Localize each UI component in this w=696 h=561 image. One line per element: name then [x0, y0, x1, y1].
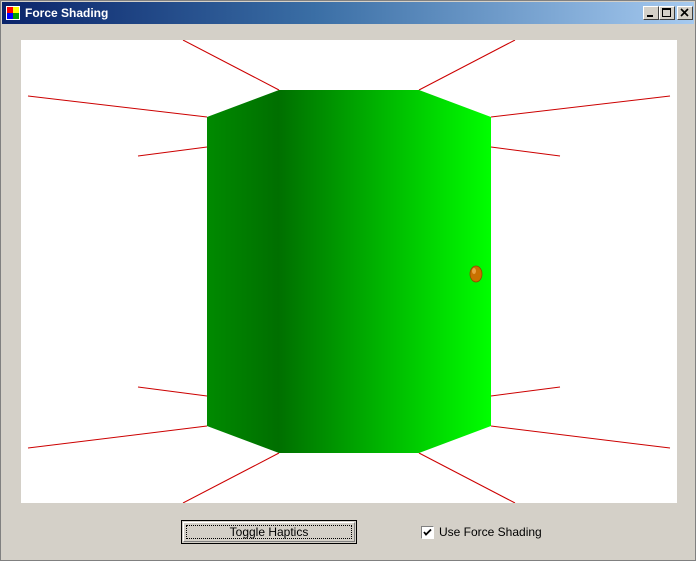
cursor-highlight — [472, 268, 476, 274]
force-shading-option[interactable]: Use Force Shading — [421, 525, 542, 539]
toggle-haptics-button[interactable]: Toggle Haptics — [181, 520, 357, 544]
force-shading-label: Use Force Shading — [439, 525, 542, 539]
maximize-button[interactable] — [659, 6, 675, 20]
scene-graphic — [27, 39, 671, 504]
maximize-icon — [662, 8, 671, 17]
close-button[interactable] — [677, 6, 693, 20]
toggle-haptics-label: Toggle Haptics — [229, 525, 309, 539]
close-icon — [680, 8, 689, 17]
minimize-button[interactable] — [643, 6, 659, 20]
force-shading-checkbox[interactable] — [421, 525, 434, 539]
checkmark-icon — [423, 528, 432, 536]
title-bar[interactable]: Force Shading — [2, 2, 694, 24]
window-title: Force Shading — [25, 6, 109, 20]
shaded-shape — [207, 90, 491, 453]
minimize-icon — [647, 15, 653, 17]
app-window: Force Shading Toggle Haptics Use Force S… — [0, 0, 696, 561]
app-icon — [6, 6, 20, 20]
haptic-cursor — [469, 265, 483, 283]
render-viewport[interactable] — [21, 39, 677, 504]
